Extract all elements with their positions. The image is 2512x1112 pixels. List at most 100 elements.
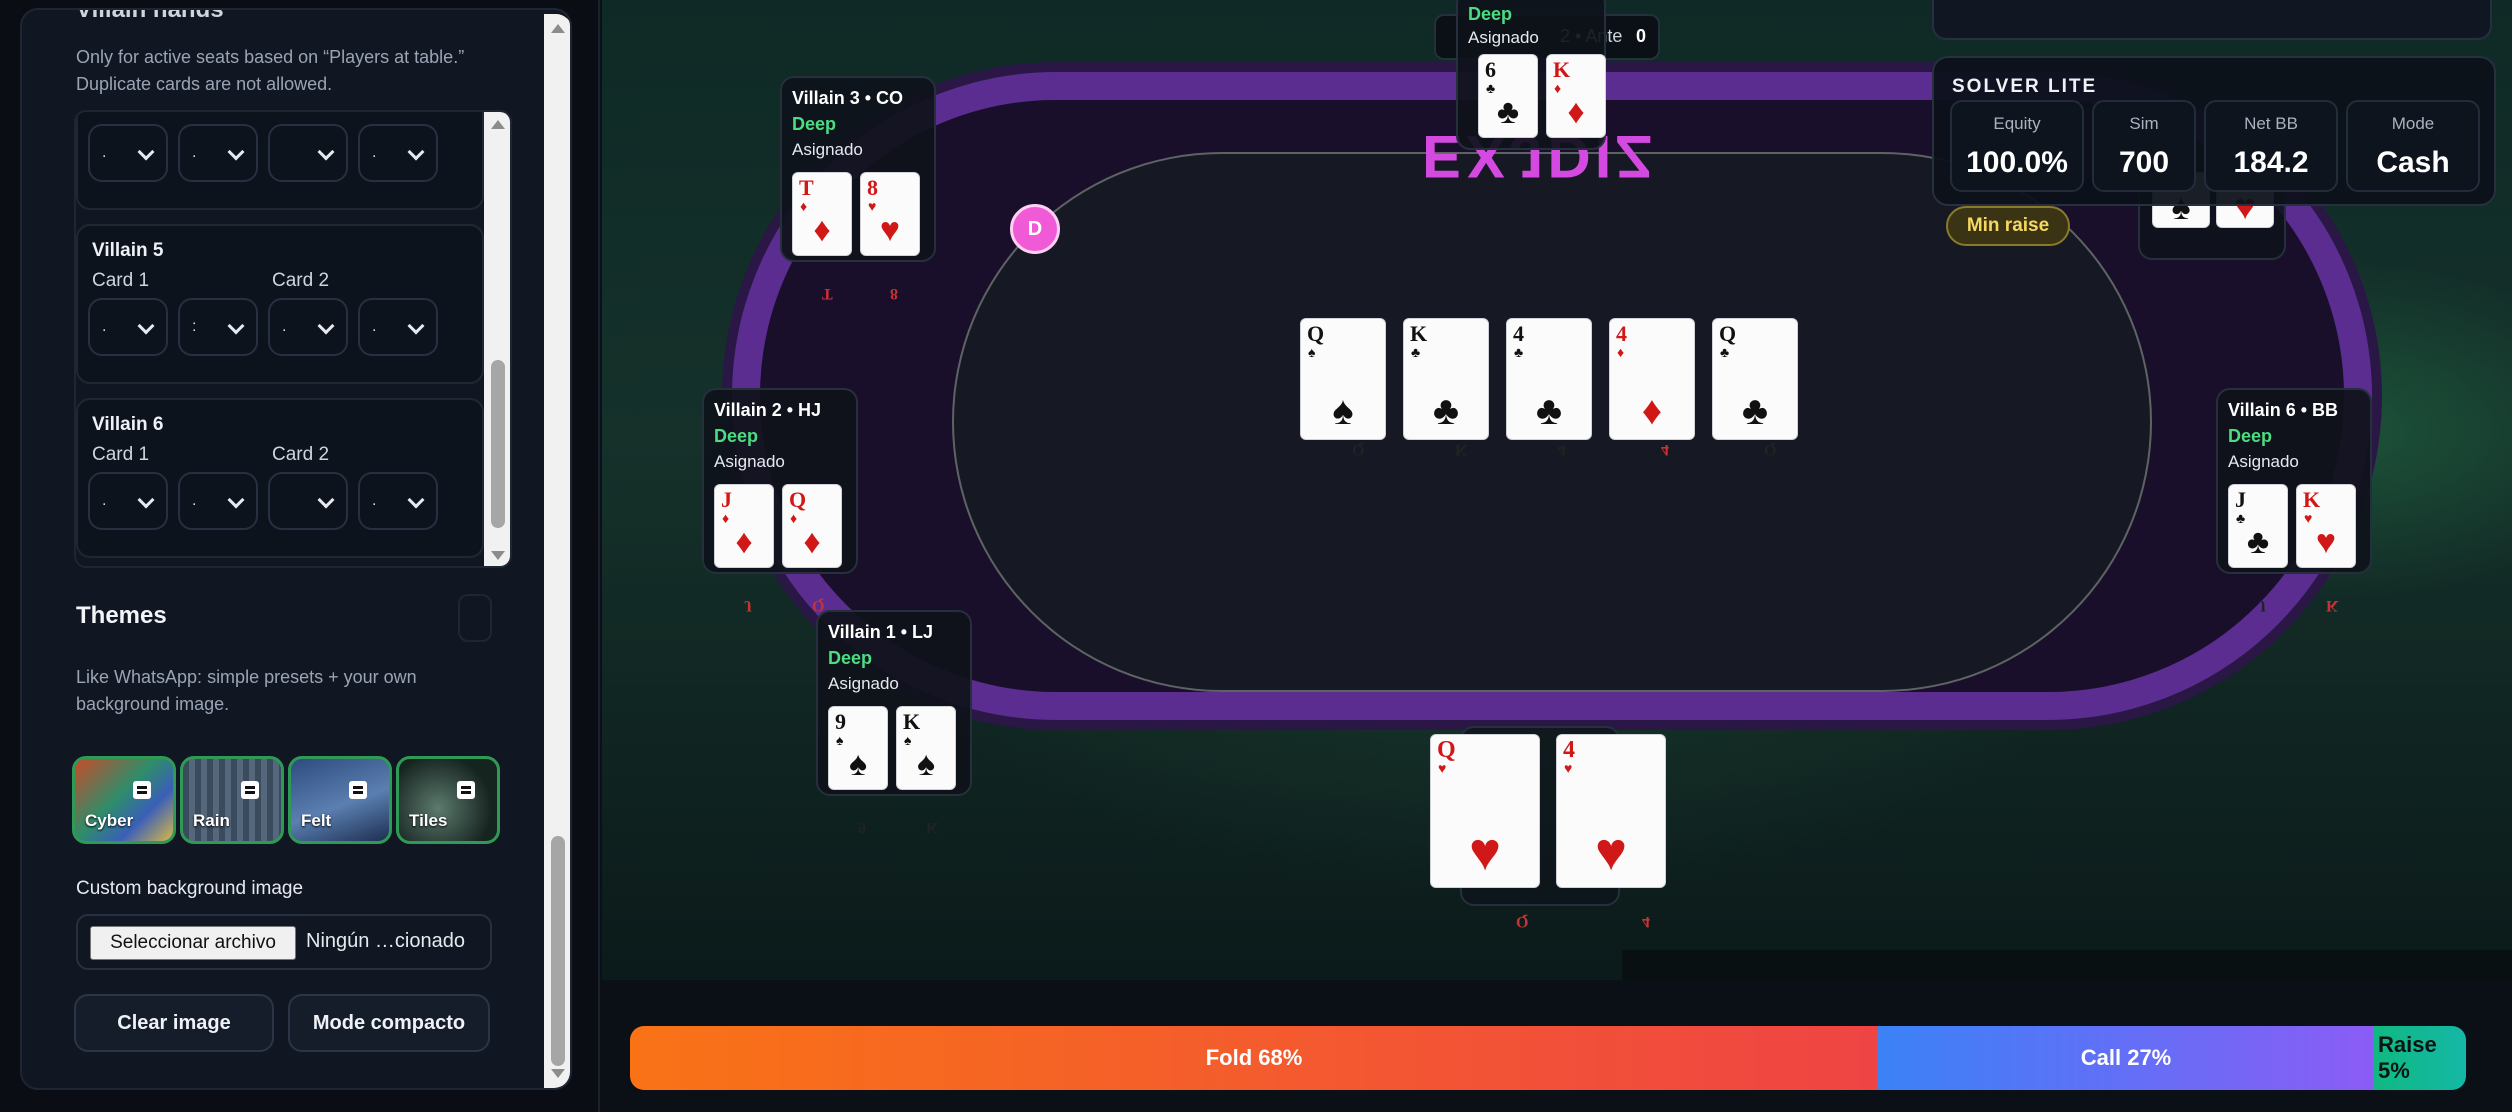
themes-collapse-toggle[interactable] — [458, 594, 492, 642]
theme-preset-tiles[interactable]: Tiles — [396, 756, 500, 844]
card-suit-small: ♣ — [2236, 510, 2246, 526]
seat-villain-6[interactable]: Villain 6 • BB Deep Asignado J ♣ ♣ K ♥ ♥ — [2216, 388, 2372, 574]
sidebar-scrollbar[interactable] — [544, 14, 570, 1088]
scroll-up-arrow-icon[interactable] — [551, 24, 565, 33]
theme-preset-felt[interactable]: Felt — [288, 756, 392, 844]
card-rank: 9 — [835, 709, 846, 734]
card2-suit-select[interactable]: . — [358, 472, 438, 530]
card-reflection: 4 — [1661, 441, 1669, 458]
card-reflection: Q — [1516, 913, 1529, 930]
image-icon — [457, 781, 475, 799]
hero-card: Q ♥ ♥ — [1430, 734, 1540, 888]
chevron-down-icon — [137, 143, 155, 161]
card2-suit-select[interactable]: . — [358, 124, 438, 182]
chevron-down-icon — [317, 491, 335, 509]
card-rank: J — [2235, 487, 2246, 512]
theme-preset-cyber[interactable]: Cyber — [72, 756, 176, 844]
card-reflection: J — [744, 597, 752, 614]
card1-suit-select[interactable]: . — [178, 472, 258, 530]
playing-card: 6 ♣ ♣ — [1478, 54, 1538, 138]
seat-villain-1[interactable]: Villain 1 • LJ Deep Asignado 9 ♠ ♠ K ♠ ♠ — [816, 610, 972, 796]
image-icon — [349, 781, 367, 799]
chevron-down-icon — [227, 317, 245, 335]
custom-bg-file-input[interactable]: Seleccionar archivo Ningún …cionado — [76, 914, 492, 970]
card-suit-small: ♣ — [1486, 80, 1496, 96]
card2-suit-select[interactable]: . — [358, 298, 438, 356]
card1-rank-select[interactable]: . — [88, 472, 168, 530]
call-frequency-segment[interactable]: Call 27% — [1878, 1026, 2374, 1090]
villain-hands-hint: Only for active seats based on “Players … — [76, 47, 465, 94]
card2-label: Card 2 — [272, 270, 330, 291]
card-rank: Q — [1307, 321, 1325, 346]
card-suit-small: ♦ — [1554, 80, 1562, 96]
scrollbar-thumb[interactable] — [551, 836, 565, 1066]
card1-rank-select[interactable]: . — [88, 124, 168, 182]
scroll-up-arrow-icon[interactable] — [491, 120, 505, 129]
scrollbar-thumb[interactable] — [491, 360, 505, 528]
poker-trainer-app: Villain hands Only for active seats base… — [0, 0, 2512, 1112]
chevron-down-icon — [407, 491, 425, 509]
villain-name: Villain 5 — [92, 240, 164, 261]
card-suit-pip: ♣ — [2246, 523, 2270, 561]
chosen-file-name: Ningún …cionado — [306, 930, 465, 952]
card-suit-small: ♥ — [1438, 760, 1447, 776]
chevron-down-icon — [407, 143, 425, 161]
playing-card: Q ♦ ♦ — [782, 484, 842, 568]
card-rank: 4 — [1563, 737, 1575, 763]
villain-list-scrollbar[interactable] — [484, 112, 510, 566]
settings-panel-content: Villain hands Only for active seats base… — [22, 10, 542, 1088]
card1-label: Card 1 — [92, 444, 150, 465]
choose-file-button[interactable]: Seleccionar archivo — [90, 926, 296, 960]
card2-label: Card 2 — [272, 112, 329, 118]
card-suit-small: ♠ — [904, 732, 912, 748]
scroll-down-arrow-icon[interactable] — [551, 1069, 565, 1078]
card1-suit-select[interactable]: . — [178, 124, 258, 182]
card-suit-small: ♠ — [836, 732, 844, 748]
card-reflection: K — [1455, 441, 1468, 458]
playing-card: K ♠ ♠ — [896, 706, 956, 790]
raise-frequency-segment[interactable]: Raise 5% — [2374, 1026, 2466, 1090]
fold-frequency-segment[interactable]: Fold 68% — [630, 1026, 1878, 1090]
board-card: 4 ♦ ♦ — [1609, 318, 1695, 440]
villain-name: Villain 6 — [92, 414, 164, 435]
card2-rank-select[interactable] — [268, 472, 348, 530]
chevron-down-icon — [227, 491, 245, 509]
compact-mode-button[interactable]: Mode compacto — [288, 994, 490, 1052]
min-raise-badge: Min raise — [1946, 206, 2070, 246]
card-reflection: 4 — [1558, 441, 1566, 458]
settings-sidebar: Villain hands Only for active seats base… — [0, 0, 600, 1112]
card-suit-pip: ♦ — [803, 523, 821, 561]
seat-villain-2[interactable]: Villain 2 • HJ Deep Asignado J ♦ ♦ Q ♦ ♦ — [702, 388, 858, 574]
playing-card: T ♦ ♦ — [792, 172, 852, 256]
card-reflection: T — [822, 285, 833, 302]
card-rank: K — [2303, 487, 2321, 512]
card-rank: J — [721, 487, 732, 512]
chevron-down-icon — [137, 317, 155, 335]
settings-panel: Villain hands Only for active seats base… — [20, 8, 572, 1090]
card1-rank-select[interactable]: . — [88, 298, 168, 356]
themes-title: Themes — [76, 602, 167, 629]
dealer-button: D — [1010, 204, 1060, 254]
chevron-down-icon — [227, 143, 245, 161]
card-rank: 8 — [867, 175, 878, 200]
card-reflection: J — [2258, 597, 2266, 614]
scroll-down-arrow-icon[interactable] — [491, 551, 505, 560]
card-rank: K — [1410, 321, 1428, 346]
villain-hand-list[interactable]: Card 1 Card 2 . . . Villain 5 Card 1 Car… — [74, 110, 512, 568]
playing-card: J ♣ ♣ — [2228, 484, 2288, 568]
card-suit-small: ♦ — [722, 510, 730, 526]
card-reflection: Q — [1352, 441, 1365, 458]
card-suit-small: ♦ — [1617, 344, 1625, 360]
theme-preset-rain[interactable]: Rain — [180, 756, 284, 844]
card2-rank-select[interactable] — [268, 124, 348, 182]
clear-image-button[interactable]: Clear image — [74, 994, 274, 1052]
card-suit-pip: ♣ — [1496, 93, 1520, 131]
card-suit-pip: ♣ — [1432, 389, 1460, 433]
card2-rank-select[interactable]: . — [268, 298, 348, 356]
card1-suit-select[interactable]: : — [178, 298, 258, 356]
seat-villain-3[interactable]: Villain 3 • CO Deep Asignado T ♦ ♦ 8 ♥ ♥ — [780, 76, 936, 262]
seat-villain-top[interactable]: Deep Asignado 6 ♣ ♣ K ♦ ♦ — [1456, 0, 1606, 150]
table-shadow — [1622, 950, 2512, 980]
card-rank: K — [1553, 57, 1571, 82]
card-reflection: Q — [812, 597, 825, 614]
